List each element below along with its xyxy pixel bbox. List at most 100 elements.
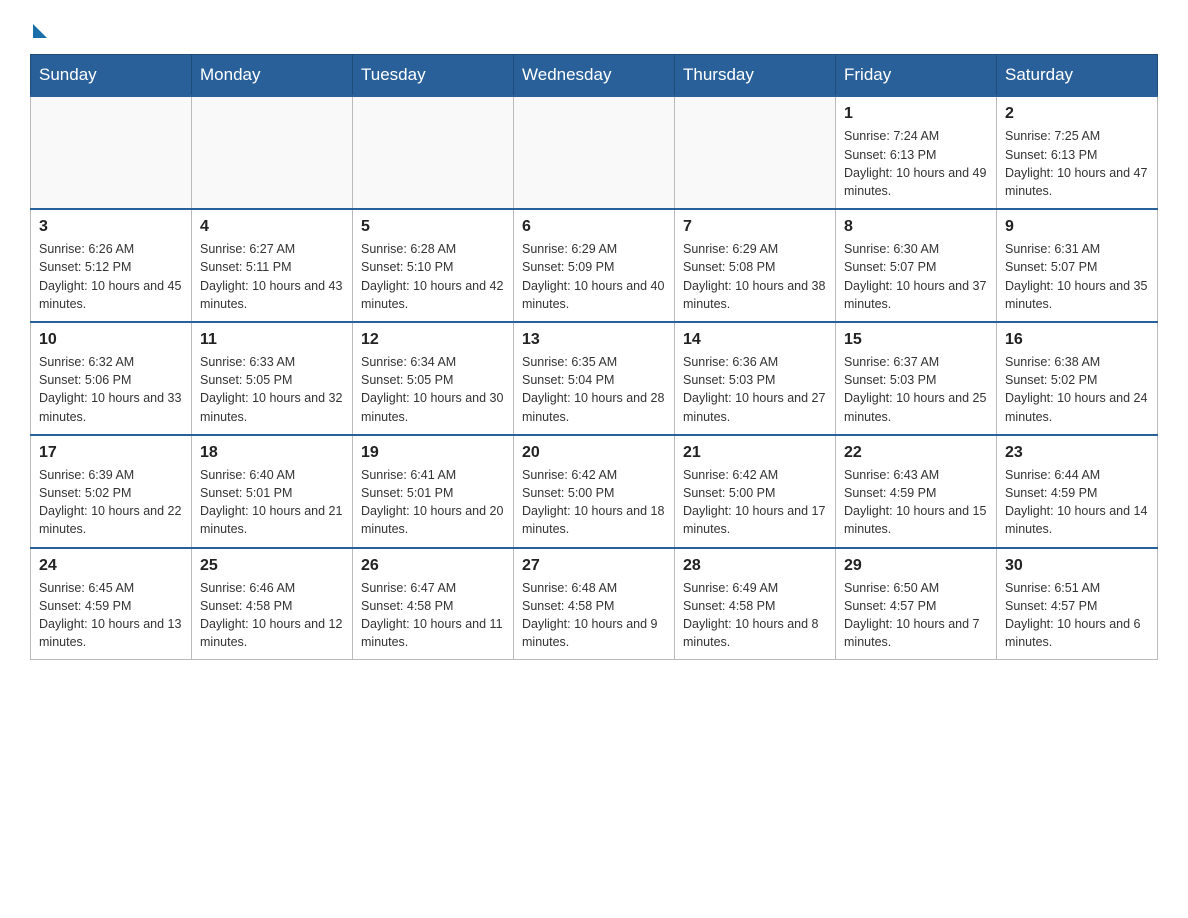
day-info: Sunrise: 6:29 AMSunset: 5:09 PMDaylight:…: [522, 240, 666, 313]
calendar-cell: 30Sunrise: 6:51 AMSunset: 4:57 PMDayligh…: [997, 548, 1158, 660]
day-number: 26: [361, 555, 505, 577]
day-number: 18: [200, 442, 344, 464]
day-number: 20: [522, 442, 666, 464]
day-info: Sunrise: 6:30 AMSunset: 5:07 PMDaylight:…: [844, 240, 988, 313]
day-info: Sunrise: 6:40 AMSunset: 5:01 PMDaylight:…: [200, 466, 344, 539]
week-row-3: 10Sunrise: 6:32 AMSunset: 5:06 PMDayligh…: [31, 322, 1158, 435]
day-number: 11: [200, 329, 344, 351]
day-info: Sunrise: 6:48 AMSunset: 4:58 PMDaylight:…: [522, 579, 666, 652]
calendar-cell: 9Sunrise: 6:31 AMSunset: 5:07 PMDaylight…: [997, 209, 1158, 322]
weekday-header-friday: Friday: [836, 55, 997, 97]
calendar-cell: 14Sunrise: 6:36 AMSunset: 5:03 PMDayligh…: [675, 322, 836, 435]
calendar-cell: 17Sunrise: 6:39 AMSunset: 5:02 PMDayligh…: [31, 435, 192, 548]
day-info: Sunrise: 6:31 AMSunset: 5:07 PMDaylight:…: [1005, 240, 1149, 313]
day-info: Sunrise: 6:29 AMSunset: 5:08 PMDaylight:…: [683, 240, 827, 313]
day-info: Sunrise: 7:25 AMSunset: 6:13 PMDaylight:…: [1005, 127, 1149, 200]
day-info: Sunrise: 6:36 AMSunset: 5:03 PMDaylight:…: [683, 353, 827, 426]
week-row-4: 17Sunrise: 6:39 AMSunset: 5:02 PMDayligh…: [31, 435, 1158, 548]
calendar-cell: 29Sunrise: 6:50 AMSunset: 4:57 PMDayligh…: [836, 548, 997, 660]
day-number: 13: [522, 329, 666, 351]
day-number: 3: [39, 216, 183, 238]
day-info: Sunrise: 6:45 AMSunset: 4:59 PMDaylight:…: [39, 579, 183, 652]
day-number: 4: [200, 216, 344, 238]
calendar-cell: 10Sunrise: 6:32 AMSunset: 5:06 PMDayligh…: [31, 322, 192, 435]
day-info: Sunrise: 6:49 AMSunset: 4:58 PMDaylight:…: [683, 579, 827, 652]
day-number: 30: [1005, 555, 1149, 577]
calendar-cell: [514, 96, 675, 209]
weekday-header-sunday: Sunday: [31, 55, 192, 97]
day-info: Sunrise: 6:50 AMSunset: 4:57 PMDaylight:…: [844, 579, 988, 652]
calendar-cell: 11Sunrise: 6:33 AMSunset: 5:05 PMDayligh…: [192, 322, 353, 435]
day-number: 15: [844, 329, 988, 351]
calendar-cell: 8Sunrise: 6:30 AMSunset: 5:07 PMDaylight…: [836, 209, 997, 322]
day-info: Sunrise: 6:38 AMSunset: 5:02 PMDaylight:…: [1005, 353, 1149, 426]
day-info: Sunrise: 6:35 AMSunset: 5:04 PMDaylight:…: [522, 353, 666, 426]
calendar-cell: 3Sunrise: 6:26 AMSunset: 5:12 PMDaylight…: [31, 209, 192, 322]
day-number: 9: [1005, 216, 1149, 238]
calendar-cell: 12Sunrise: 6:34 AMSunset: 5:05 PMDayligh…: [353, 322, 514, 435]
week-row-2: 3Sunrise: 6:26 AMSunset: 5:12 PMDaylight…: [31, 209, 1158, 322]
calendar-cell: [31, 96, 192, 209]
calendar-cell: 5Sunrise: 6:28 AMSunset: 5:10 PMDaylight…: [353, 209, 514, 322]
calendar-cell: 19Sunrise: 6:41 AMSunset: 5:01 PMDayligh…: [353, 435, 514, 548]
calendar-cell: 27Sunrise: 6:48 AMSunset: 4:58 PMDayligh…: [514, 548, 675, 660]
day-info: Sunrise: 6:27 AMSunset: 5:11 PMDaylight:…: [200, 240, 344, 313]
calendar-cell: 18Sunrise: 6:40 AMSunset: 5:01 PMDayligh…: [192, 435, 353, 548]
calendar-cell: 4Sunrise: 6:27 AMSunset: 5:11 PMDaylight…: [192, 209, 353, 322]
calendar-cell: 20Sunrise: 6:42 AMSunset: 5:00 PMDayligh…: [514, 435, 675, 548]
week-row-1: 1Sunrise: 7:24 AMSunset: 6:13 PMDaylight…: [31, 96, 1158, 209]
weekday-header-wednesday: Wednesday: [514, 55, 675, 97]
logo: [30, 20, 47, 34]
day-info: Sunrise: 6:51 AMSunset: 4:57 PMDaylight:…: [1005, 579, 1149, 652]
calendar-table: SundayMondayTuesdayWednesdayThursdayFrid…: [30, 54, 1158, 660]
weekday-header-row: SundayMondayTuesdayWednesdayThursdayFrid…: [31, 55, 1158, 97]
calendar-cell: [353, 96, 514, 209]
day-number: 1: [844, 103, 988, 125]
day-number: 21: [683, 442, 827, 464]
day-number: 6: [522, 216, 666, 238]
calendar-cell: [675, 96, 836, 209]
day-info: Sunrise: 6:46 AMSunset: 4:58 PMDaylight:…: [200, 579, 344, 652]
day-info: Sunrise: 6:42 AMSunset: 5:00 PMDaylight:…: [683, 466, 827, 539]
weekday-header-monday: Monday: [192, 55, 353, 97]
day-info: Sunrise: 6:37 AMSunset: 5:03 PMDaylight:…: [844, 353, 988, 426]
day-number: 10: [39, 329, 183, 351]
calendar-cell: 22Sunrise: 6:43 AMSunset: 4:59 PMDayligh…: [836, 435, 997, 548]
calendar-cell: 1Sunrise: 7:24 AMSunset: 6:13 PMDaylight…: [836, 96, 997, 209]
day-info: Sunrise: 6:47 AMSunset: 4:58 PMDaylight:…: [361, 579, 505, 652]
day-info: Sunrise: 6:34 AMSunset: 5:05 PMDaylight:…: [361, 353, 505, 426]
weekday-header-thursday: Thursday: [675, 55, 836, 97]
logo-triangle-icon: [33, 24, 47, 38]
calendar-cell: 28Sunrise: 6:49 AMSunset: 4:58 PMDayligh…: [675, 548, 836, 660]
day-info: Sunrise: 6:41 AMSunset: 5:01 PMDaylight:…: [361, 466, 505, 539]
day-number: 19: [361, 442, 505, 464]
calendar-cell: 16Sunrise: 6:38 AMSunset: 5:02 PMDayligh…: [997, 322, 1158, 435]
day-number: 16: [1005, 329, 1149, 351]
day-number: 23: [1005, 442, 1149, 464]
day-number: 27: [522, 555, 666, 577]
day-info: Sunrise: 6:28 AMSunset: 5:10 PMDaylight:…: [361, 240, 505, 313]
day-number: 8: [844, 216, 988, 238]
calendar-cell: 7Sunrise: 6:29 AMSunset: 5:08 PMDaylight…: [675, 209, 836, 322]
calendar-cell: 24Sunrise: 6:45 AMSunset: 4:59 PMDayligh…: [31, 548, 192, 660]
day-number: 5: [361, 216, 505, 238]
day-number: 22: [844, 442, 988, 464]
day-number: 28: [683, 555, 827, 577]
day-number: 12: [361, 329, 505, 351]
day-info: Sunrise: 6:44 AMSunset: 4:59 PMDaylight:…: [1005, 466, 1149, 539]
calendar-cell: 6Sunrise: 6:29 AMSunset: 5:09 PMDaylight…: [514, 209, 675, 322]
day-info: Sunrise: 6:33 AMSunset: 5:05 PMDaylight:…: [200, 353, 344, 426]
day-number: 17: [39, 442, 183, 464]
day-info: Sunrise: 6:32 AMSunset: 5:06 PMDaylight:…: [39, 353, 183, 426]
calendar-cell: 2Sunrise: 7:25 AMSunset: 6:13 PMDaylight…: [997, 96, 1158, 209]
calendar-cell: 25Sunrise: 6:46 AMSunset: 4:58 PMDayligh…: [192, 548, 353, 660]
calendar-cell: 21Sunrise: 6:42 AMSunset: 5:00 PMDayligh…: [675, 435, 836, 548]
calendar-cell: 26Sunrise: 6:47 AMSunset: 4:58 PMDayligh…: [353, 548, 514, 660]
day-number: 24: [39, 555, 183, 577]
day-info: Sunrise: 6:42 AMSunset: 5:00 PMDaylight:…: [522, 466, 666, 539]
weekday-header-saturday: Saturday: [997, 55, 1158, 97]
weekday-header-tuesday: Tuesday: [353, 55, 514, 97]
day-info: Sunrise: 6:26 AMSunset: 5:12 PMDaylight:…: [39, 240, 183, 313]
calendar-cell: 13Sunrise: 6:35 AMSunset: 5:04 PMDayligh…: [514, 322, 675, 435]
day-number: 29: [844, 555, 988, 577]
